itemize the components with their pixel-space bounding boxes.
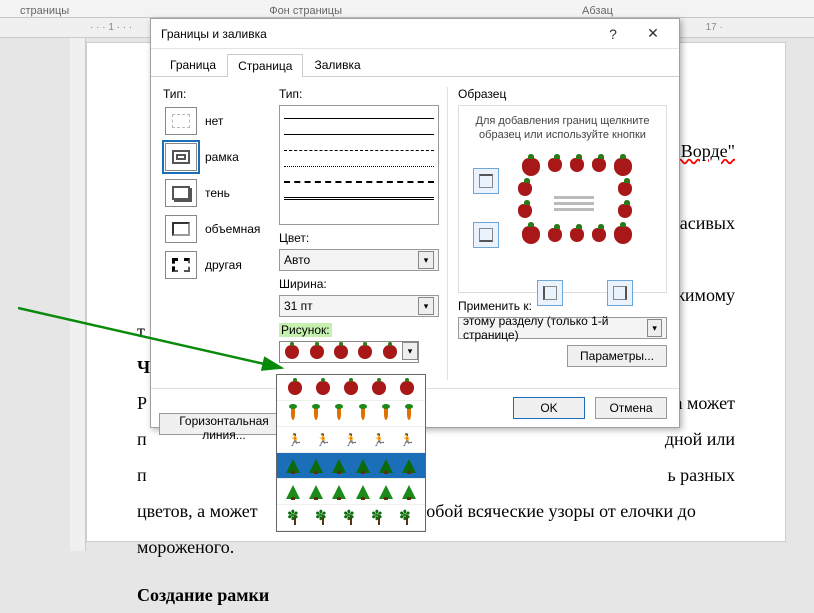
horizontal-line-button[interactable]: Горизонтальная линия... [159,413,289,435]
art-option[interactable] [277,505,425,531]
setting-label-text: тень [205,186,230,200]
art-option[interactable] [277,479,425,505]
art-option[interactable] [277,453,425,479]
edge-right-button[interactable] [607,280,633,306]
setting-none[interactable]: нет [163,105,271,137]
apply-to-value: этому разделу (только 1-й странице) [463,314,647,342]
dialog-titlebar[interactable]: Границы и заливка ? ✕ [151,19,679,49]
width-label: Ширина: [279,277,439,291]
setting-shadow[interactable]: тень [163,177,271,209]
art-option[interactable]: 🏃🏃🏃🏃🏃 [277,427,425,453]
ribbon-groups: страницы Фон страницы Абзац [0,0,814,18]
art-dropdown-list[interactable]: 🏃🏃🏃🏃🏃 [276,374,426,532]
ok-button[interactable]: OK [513,397,585,419]
ribbon-group-label: страницы [20,5,69,17]
page-text: мороженого. [137,529,735,565]
color-combo[interactable]: Авто ▾ [279,249,439,271]
art-option[interactable] [277,375,425,401]
setting-label-text: рамка [205,150,239,164]
options-button[interactable]: Параметры... [567,345,667,367]
art-combo[interactable]: ▾ [279,341,419,363]
ribbon-group-label: Фон страницы [269,5,342,17]
preview-sample[interactable] [514,158,634,246]
ribbon-group-label: Абзац [582,5,613,17]
setting-box[interactable]: рамка [163,141,271,173]
edge-top-button[interactable] [473,168,499,194]
setting-3d[interactable]: объемная [163,213,271,245]
chevron-down-icon: ▾ [418,297,434,315]
dialog-title: Границы и заливка [161,27,593,41]
preview-area: Для добавления границ щелкните образец и… [458,105,667,293]
art-option[interactable] [277,401,425,427]
color-label: Цвет: [279,231,439,245]
dialog-tabs: Граница Страница Заливка [151,49,679,77]
close-button[interactable]: ✕ [633,20,673,48]
chevron-down-icon: ▾ [402,342,418,360]
preview-label: Образец [458,87,667,101]
style-label: Тип: [279,87,439,101]
preview-hint: Для добавления границ щелкните образец и… [467,114,658,143]
page-heading: Создание рамки [137,577,735,613]
line-style-list[interactable] [279,105,439,225]
tab-shading[interactable]: Заливка [303,53,371,76]
page-text: цветов, а можетть собой всяческие узоры … [137,493,735,529]
chevron-down-icon: ▾ [647,319,662,337]
tab-border[interactable]: Граница [159,53,227,76]
color-value: Авто [284,253,310,267]
setting-label-text: другая [205,258,242,272]
page-text: пь разных [137,457,735,493]
help-button[interactable]: ? [593,20,633,48]
setting-label-text: нет [205,114,223,128]
setting-custom[interactable]: другая [163,249,271,281]
edge-bottom-button[interactable] [473,222,499,248]
apply-to-combo[interactable]: этому разделу (только 1-й странице) ▾ [458,317,667,339]
chevron-down-icon: ▾ [418,251,434,269]
edge-left-button[interactable] [537,280,563,306]
cancel-button[interactable]: Отмена [595,397,667,419]
tab-page[interactable]: Страница [227,54,303,77]
width-combo[interactable]: 31 пт ▾ [279,295,439,317]
vertical-ruler [70,38,86,551]
setting-label-text: объемная [205,222,260,236]
picture-label: Рисунок: [279,323,439,337]
width-value: 31 пт [284,299,313,313]
borders-shading-dialog: Границы и заливка ? ✕ Граница Страница З… [150,18,680,428]
setting-label: Тип: [163,87,271,101]
